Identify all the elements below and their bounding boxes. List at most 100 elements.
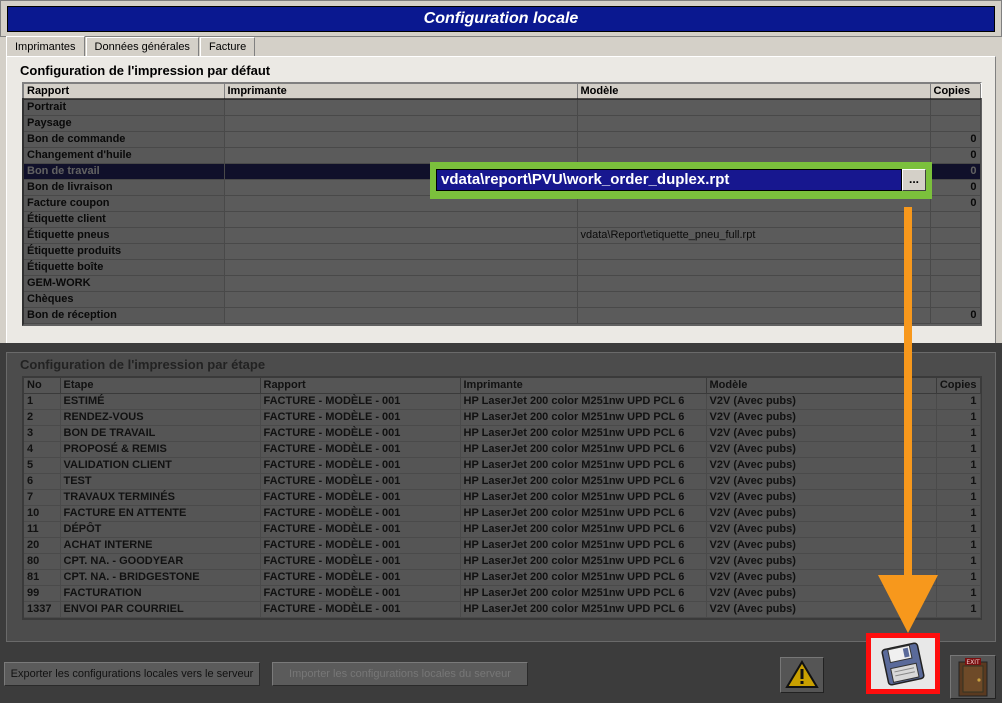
cell-etape[interactable]: TEST (60, 473, 261, 490)
cell-rapport[interactable]: FACTURE - MODÈLE - 001 (260, 457, 461, 474)
cell-rapport[interactable]: FACTURE - MODÈLE - 001 (260, 489, 461, 506)
cell-copies[interactable] (930, 259, 981, 276)
table-row[interactable]: Paysage (24, 115, 981, 132)
column-header[interactable]: Imprimante (224, 84, 578, 100)
cell-copies[interactable]: 0 (930, 131, 981, 148)
tab-1[interactable]: Données générales (85, 37, 199, 56)
cell-copies[interactable] (930, 227, 981, 244)
table-row[interactable]: 10 FACTURE EN ATTENTE FACTURE - MODÈLE - 0… (24, 505, 981, 522)
cell-no[interactable]: 7 (24, 489, 61, 506)
cell-copies[interactable] (930, 211, 981, 228)
cell-rapport[interactable]: FACTURE - MODÈLE - 001 (260, 425, 461, 442)
cell-modele[interactable] (577, 259, 931, 276)
cell-no[interactable]: 3 (24, 425, 61, 442)
cell-rapport[interactable]: Étiquette boîte (24, 259, 225, 276)
table-row[interactable]: Changement d'huile 0 (24, 147, 981, 164)
warning-button[interactable] (780, 657, 824, 693)
cell-copies[interactable]: 1 (936, 393, 981, 410)
table-row[interactable]: Étiquette produits (24, 243, 981, 260)
cell-imprimante[interactable] (224, 259, 578, 276)
cell-copies[interactable]: 1 (936, 425, 981, 442)
cell-no[interactable]: 1 (24, 393, 61, 410)
cell-imprimante[interactable] (224, 115, 578, 132)
cell-rapport[interactable]: FACTURE - MODÈLE - 001 (260, 505, 461, 522)
column-header[interactable]: Rapport (260, 378, 461, 394)
cell-no[interactable]: 20 (24, 537, 61, 554)
cell-etape[interactable]: DÉPÔT (60, 521, 261, 538)
cell-imprimante[interactable]: HP LaserJet 200 color M251nw UPD PCL 6 (460, 505, 707, 522)
tab-2[interactable]: Facture (199, 37, 256, 56)
table-row[interactable]: 5 VALIDATION CLIENT FACTURE - MODÈLE - 001… (24, 457, 981, 474)
cell-no[interactable]: 2 (24, 409, 61, 426)
table-row[interactable]: Étiquette boîte (24, 259, 981, 276)
cell-rapport[interactable]: FACTURE - MODÈLE - 001 (260, 553, 461, 570)
cell-copies[interactable]: 1 (936, 585, 981, 602)
cell-imprimante[interactable] (224, 147, 578, 164)
table-row[interactable]: 6 TEST FACTURE - MODÈLE - 001 HP LaserJet 2… (24, 473, 981, 490)
column-header[interactable]: Copies (936, 378, 981, 394)
cell-rapport[interactable]: FACTURE - MODÈLE - 001 (260, 473, 461, 490)
cell-modele[interactable]: V2V (Avec pubs) (706, 441, 937, 458)
cell-copies[interactable] (930, 99, 981, 116)
cell-imprimante[interactable] (224, 227, 578, 244)
cell-etape[interactable]: PROPOSÉ & REMIS (60, 441, 261, 458)
cell-imprimante[interactable] (224, 243, 578, 260)
cell-copies[interactable] (930, 115, 981, 132)
cell-modele[interactable]: V2V (Avec pubs) (706, 553, 937, 570)
cell-imprimante[interactable]: HP LaserJet 200 color M251nw UPD PCL 6 (460, 521, 707, 538)
table-row[interactable]: 20 ACHAT INTERNE FACTURE - MODÈLE - 001 HP … (24, 537, 981, 554)
cell-rapport[interactable]: FACTURE - MODÈLE - 001 (260, 521, 461, 538)
cell-etape[interactable]: CPT. NA. - GOODYEAR (60, 553, 261, 570)
cell-imprimante[interactable]: HP LaserJet 200 color M251nw UPD PCL 6 (460, 409, 707, 426)
cell-imprimante[interactable]: HP LaserJet 200 color M251nw UPD PCL 6 (460, 441, 707, 458)
table-row[interactable]: 2 RENDEZ-VOUS FACTURE - MODÈLE - 001 HP Las… (24, 409, 981, 426)
cell-imprimante[interactable]: HP LaserJet 200 color M251nw UPD PCL 6 (460, 569, 707, 586)
cell-no[interactable]: 11 (24, 521, 61, 538)
cell-modele[interactable]: V2V (Avec pubs) (706, 457, 937, 474)
table-row[interactable]: Portrait (24, 99, 981, 116)
cell-rapport[interactable]: Chèques (24, 291, 225, 308)
table-row[interactable]: Étiquette client (24, 211, 981, 228)
cell-etape[interactable]: ACHAT INTERNE (60, 537, 261, 554)
cell-modele[interactable]: V2V (Avec pubs) (706, 521, 937, 538)
cell-no[interactable]: 5 (24, 457, 61, 474)
cell-etape[interactable]: ENVOI PAR COURRIEL (60, 601, 261, 618)
cell-rapport[interactable]: Portrait (24, 99, 225, 116)
column-header[interactable]: Copies (930, 84, 981, 100)
cell-imprimante[interactable] (224, 211, 578, 228)
cell-copies[interactable]: 0 (930, 179, 981, 196)
cell-modele[interactable]: V2V (Avec pubs) (706, 393, 937, 410)
cell-modele[interactable] (577, 275, 931, 292)
cell-copies[interactable]: 1 (936, 441, 981, 458)
column-header[interactable]: Rapport (24, 84, 225, 100)
cell-rapport[interactable]: FACTURE - MODÈLE - 001 (260, 441, 461, 458)
cell-imprimante[interactable]: HP LaserJet 200 color M251nw UPD PCL 6 (460, 457, 707, 474)
cell-copies[interactable]: 1 (936, 457, 981, 474)
column-header[interactable]: Modèle (706, 378, 937, 394)
cell-copies[interactable]: 1 (936, 505, 981, 522)
table-row[interactable]: 81 CPT. NA. - BRIDGESTONE FACTURE - MODÈLE… (24, 569, 981, 586)
cell-copies[interactable]: 0 (930, 147, 981, 164)
cell-modele[interactable] (577, 291, 931, 308)
cell-imprimante[interactable]: HP LaserJet 200 color M251nw UPD PCL 6 (460, 585, 707, 602)
cell-copies[interactable] (930, 275, 981, 292)
cell-imprimante[interactable] (224, 291, 578, 308)
cell-imprimante[interactable]: HP LaserJet 200 color M251nw UPD PCL 6 (460, 393, 707, 410)
cell-no[interactable]: 1337 (24, 601, 61, 618)
cell-modele[interactable]: V2V (Avec pubs) (706, 489, 937, 506)
cell-rapport[interactable]: Bon de commande (24, 131, 225, 148)
cell-copies[interactable]: 1 (936, 569, 981, 586)
table-row[interactable]: 3 BON DE TRAVAIL FACTURE - MODÈLE - 001 HP … (24, 425, 981, 442)
cell-etape[interactable]: BON DE TRAVAIL (60, 425, 261, 442)
cell-rapport[interactable]: Facture coupon (24, 195, 225, 212)
cell-modele[interactable] (577, 147, 931, 164)
table-row[interactable]: 11 DÉPÔT FACTURE - MODÈLE - 001 HP LaserJet… (24, 521, 981, 538)
table-row[interactable]: Étiquette pneus vdata\Report\etiquette_pn… (24, 227, 981, 244)
cell-rapport[interactable]: FACTURE - MODÈLE - 001 (260, 393, 461, 410)
cell-imprimante[interactable]: HP LaserJet 200 color M251nw UPD PCL 6 (460, 553, 707, 570)
cell-modele[interactable] (577, 99, 931, 116)
cell-modele[interactable]: V2V (Avec pubs) (706, 425, 937, 442)
cell-imprimante[interactable]: HP LaserJet 200 color M251nw UPD PCL 6 (460, 489, 707, 506)
cell-copies[interactable]: 1 (936, 537, 981, 554)
cell-modele[interactable] (577, 131, 931, 148)
